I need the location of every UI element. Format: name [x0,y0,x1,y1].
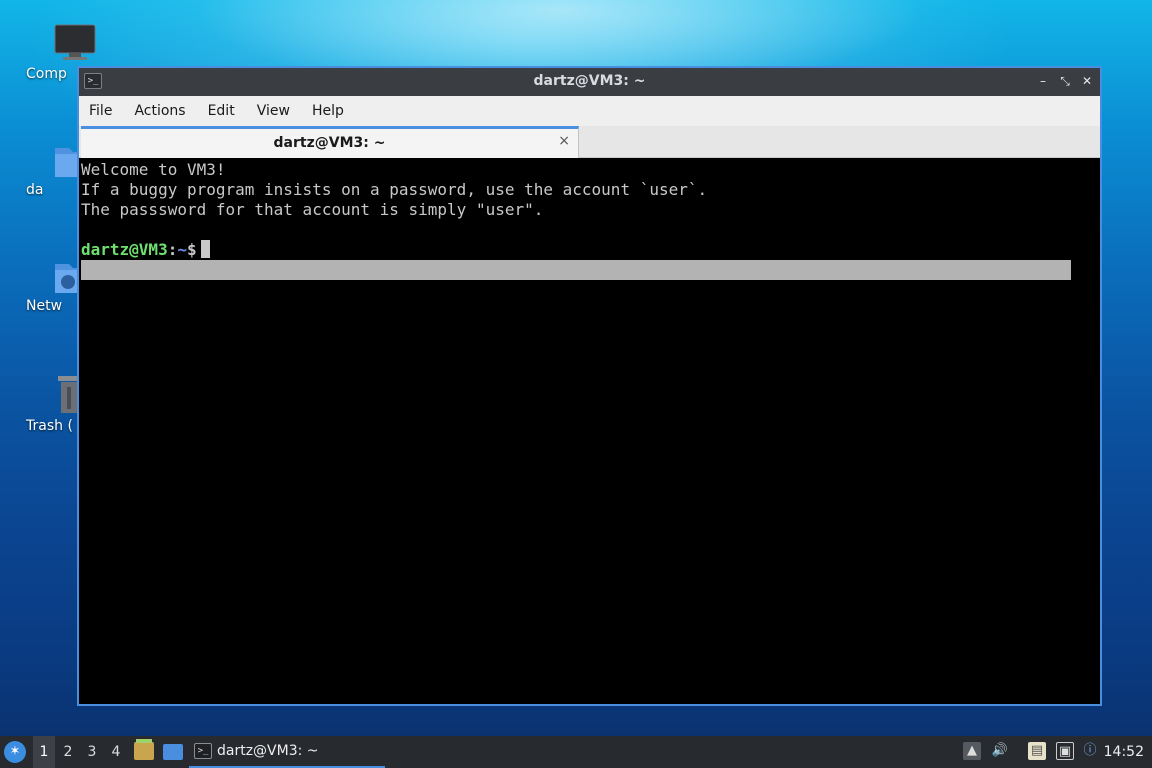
terminal-output[interactable]: Welcome to VM3! If a buggy program insis… [79,159,1100,704]
terminal-line: Welcome to VM3! [81,160,226,179]
menu-bar: File Actions Edit View Help [79,96,1100,126]
menu-file[interactable]: File [89,103,112,119]
tab-bar: dartz@VM3: ~ × [79,126,1100,158]
workspace-4[interactable]: 4 [105,736,127,768]
clock[interactable]: 14:52 [1104,744,1144,760]
tray-expand-icon[interactable]: ▲ [963,742,981,760]
prompt-separator: : [167,240,178,259]
menu-view[interactable]: View [257,103,290,119]
window-titlebar[interactable]: >_ dartz@VM3: ~ – ⤡ ✕ [79,68,1100,96]
taskbar-task-label: dartz@VM3: ~ [217,743,319,759]
terminal-window: >_ dartz@VM3: ~ – ⤡ ✕ File Actions Edit … [77,66,1102,706]
menu-help[interactable]: Help [312,103,344,119]
terminal-task-icon: >_ [194,743,212,759]
menu-edit[interactable]: Edit [208,103,235,119]
tab-close-icon[interactable]: × [558,133,570,149]
tab-terminal[interactable]: dartz@VM3: ~ × [81,126,579,158]
notification-icon[interactable]: ⓘ [1081,742,1099,760]
maximize-button[interactable]: ⤡ [1056,72,1074,90]
menu-actions[interactable]: Actions [134,103,185,119]
prompt-symbol: $ [186,240,197,259]
minimize-button[interactable]: – [1034,72,1052,90]
workspace-3[interactable]: 3 [81,736,103,768]
taskbar: ✶ 1 2 3 4 >_ dartz@VM3: ~ ▲ 🔊 ▤ ▣ ⓘ 14:5… [0,736,1152,768]
terminal-line: The passsword for that account is simply… [81,200,544,219]
prompt-user-host: dartz@VM3 [81,240,168,259]
tab-title: dartz@VM3: ~ [273,135,386,151]
workspace-2[interactable]: 2 [57,736,79,768]
start-menu-icon[interactable]: ✶ [4,741,26,763]
terminal-prompt-line: dartz@VM3:~$ [81,240,1100,260]
volume-icon[interactable]: 🔊 [991,742,1009,760]
prompt-path: ~ [177,240,187,259]
clipboard-icon[interactable]: ▤ [1028,742,1046,760]
workspace-1[interactable]: 1 [33,736,55,768]
computer-icon [54,24,96,60]
selection-highlight [81,260,1071,280]
network-icon[interactable]: ▣ [1056,742,1074,760]
taskbar-task-terminal[interactable]: >_ dartz@VM3: ~ [189,736,385,768]
text-cursor [200,240,210,258]
terminal-line: If a buggy program insists on a password… [81,180,708,199]
show-desktop-icon[interactable] [163,744,183,760]
close-button[interactable]: ✕ [1078,72,1096,90]
file-manager-icon[interactable] [134,739,154,760]
window-title: dartz@VM3: ~ [533,73,646,89]
